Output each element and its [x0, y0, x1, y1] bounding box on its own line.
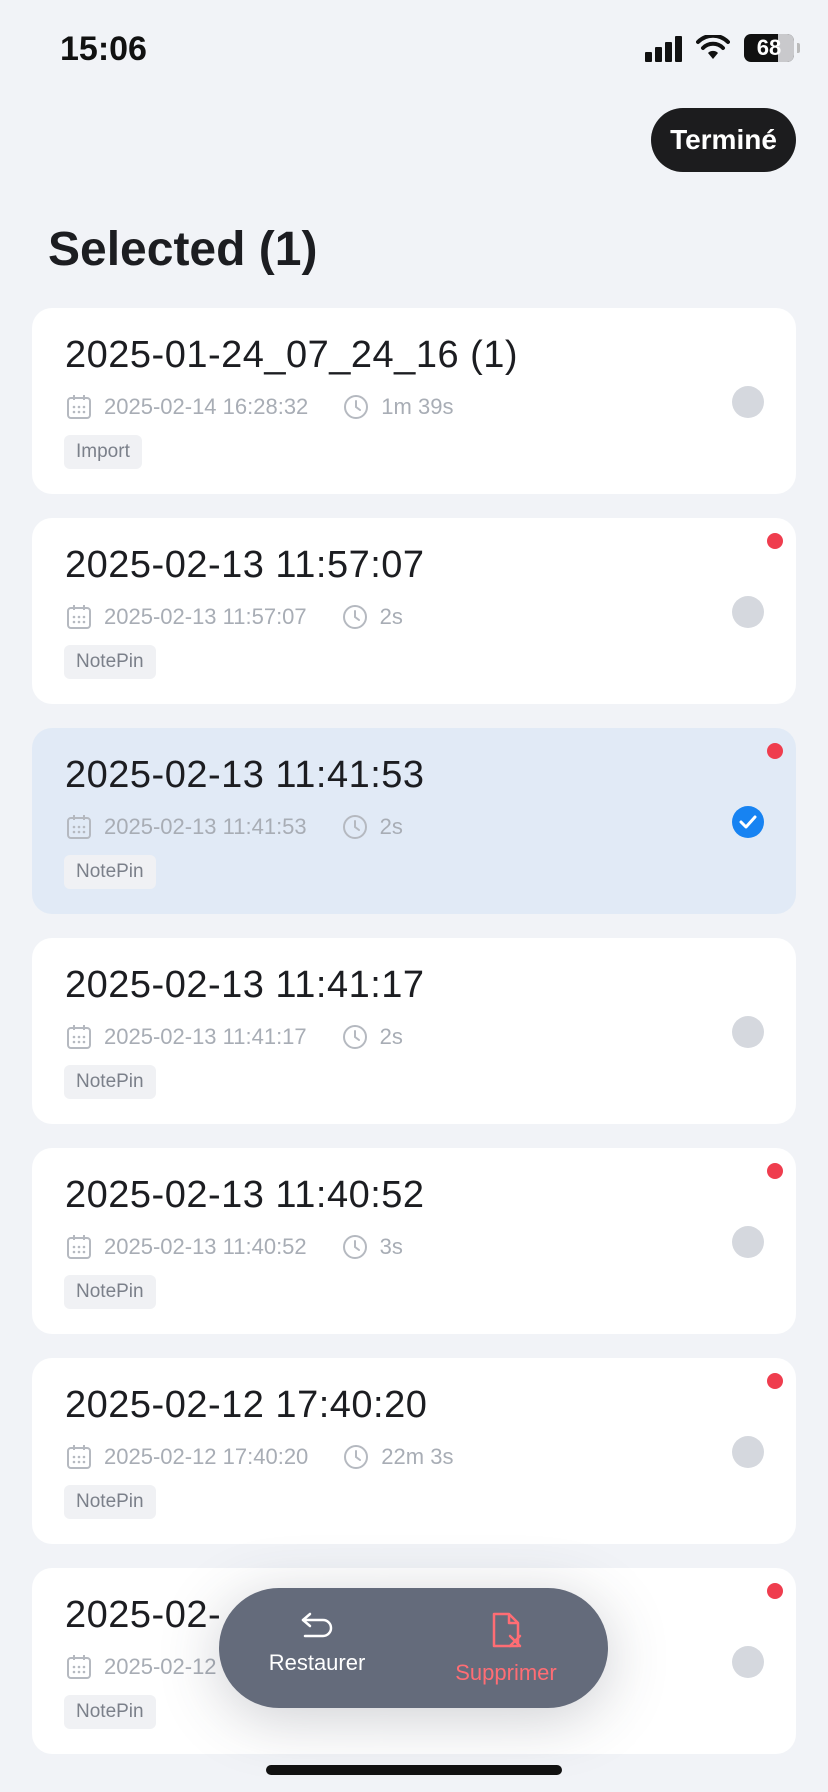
- battery-level: 68: [756, 35, 782, 60]
- item-meta: 2025-02-13 11:41:17 2s: [65, 1022, 403, 1052]
- item-date: 2025-02-12 17:40:20: [104, 1444, 309, 1469]
- select-radio-checked[interactable]: [732, 806, 764, 838]
- clock-icon: [344, 395, 369, 419]
- status-time: 15:06: [60, 30, 147, 68]
- unread-dot: [767, 1373, 783, 1389]
- source-tag: NotePin: [64, 855, 156, 889]
- item-meta: 2025-02-14 16:28:32 1m 39s: [65, 392, 453, 422]
- source-tag: Import: [64, 435, 142, 469]
- page-title: Selected (1): [48, 223, 318, 276]
- item-duration: 3s: [379, 1234, 403, 1259]
- list-item[interactable]: 2025-02-12 17:40:20 2025-02-12 17:40:20 …: [32, 1358, 796, 1544]
- bulk-action-bar: Restaurer Supprimer: [219, 1588, 608, 1708]
- select-radio[interactable]: [732, 1646, 764, 1678]
- list-item[interactable]: 2025-02-13 11:41:53 2025-02-13 11:41:53 …: [32, 728, 796, 914]
- clock-icon: [342, 605, 367, 629]
- unread-dot: [767, 743, 783, 759]
- restore-label: Restaurer: [268, 1650, 366, 1675]
- calendar-icon: [67, 1445, 91, 1469]
- item-meta: 2025-02-13 11:57:07 2s: [65, 602, 403, 632]
- item-duration: 2s: [379, 604, 403, 629]
- calendar-icon: [67, 395, 91, 419]
- item-title: 2025-02-13 11:41:53: [65, 754, 425, 796]
- unread-dot: [767, 1163, 783, 1179]
- item-title: 2025-02-13 11:40:52: [65, 1174, 425, 1216]
- clock-icon: [342, 815, 367, 839]
- unread-dot: [767, 533, 783, 549]
- item-date: 2025-02-14 16:28:32: [104, 394, 309, 419]
- item-date: 2025-02-13 11:41:17: [104, 1024, 307, 1049]
- calendar-icon: [67, 1025, 91, 1049]
- clock-icon: [344, 1445, 369, 1469]
- undo-arrow-icon: [301, 1612, 333, 1638]
- item-date: 2025-02-12: [104, 1654, 217, 1679]
- item-title: 2025-02-13 11:57:07: [65, 544, 425, 586]
- restore-button[interactable]: Restaurer: [252, 1610, 382, 1676]
- item-title: 2025-02-: [65, 1594, 222, 1636]
- list-item[interactable]: 2025-02-13 11:57:07 2025-02-13 11:57:07 …: [32, 518, 796, 704]
- cellular-signal-icon: [645, 34, 682, 62]
- item-duration: 2s: [379, 1024, 403, 1049]
- item-duration: 22m 3s: [381, 1444, 454, 1469]
- battery-icon: 68: [744, 34, 800, 62]
- delete-button[interactable]: Supprimer: [441, 1610, 571, 1686]
- list-item[interactable]: 2025-02-13 11:41:17 2025-02-13 11:41:17 …: [32, 938, 796, 1124]
- delete-label: Supprimer: [455, 1660, 557, 1685]
- checkmark-icon: [739, 815, 757, 829]
- calendar-icon: [67, 605, 91, 629]
- item-duration: 1m 39s: [381, 394, 454, 419]
- file-delete-icon: [492, 1612, 522, 1648]
- source-tag: NotePin: [64, 1485, 156, 1519]
- calendar-icon: [67, 815, 91, 839]
- item-title: 2025-01-24_07_24_16 (1): [65, 334, 519, 376]
- list-item[interactable]: 2025-01-24_07_24_16 (1) 2025-02-14 16:28…: [32, 308, 796, 494]
- status-icons: 68: [645, 34, 800, 62]
- status-bar: 15:06 68: [0, 0, 828, 100]
- calendar-icon: [67, 1655, 91, 1679]
- select-radio[interactable]: [732, 1436, 764, 1468]
- wifi-icon: [696, 35, 730, 61]
- select-radio[interactable]: [732, 1016, 764, 1048]
- source-tag: NotePin: [64, 1275, 156, 1309]
- item-date: 2025-02-13 11:40:52: [104, 1234, 307, 1259]
- select-radio[interactable]: [732, 1226, 764, 1258]
- item-title: 2025-02-12 17:40:20: [65, 1384, 428, 1426]
- clock-icon: [342, 1025, 367, 1049]
- item-duration: 2s: [379, 814, 403, 839]
- home-indicator[interactable]: [266, 1765, 562, 1775]
- source-tag: NotePin: [64, 1695, 156, 1729]
- source-tag: NotePin: [64, 1065, 156, 1099]
- unread-dot: [767, 1583, 783, 1599]
- list-item[interactable]: 2025-02-13 11:40:52 2025-02-13 11:40:52 …: [32, 1148, 796, 1334]
- source-tag: NotePin: [64, 645, 156, 679]
- item-meta: 2025-02-13 11:41:53 2s: [65, 812, 403, 842]
- item-meta: 2025-02-12 17:40:20 22m 3s: [65, 1442, 453, 1472]
- done-button[interactable]: Terminé: [651, 108, 796, 172]
- calendar-icon: [67, 1235, 91, 1259]
- clock-icon: [342, 1235, 367, 1259]
- item-date: 2025-02-13 11:57:07: [104, 604, 307, 629]
- item-title: 2025-02-13 11:41:17: [65, 964, 425, 1006]
- item-date: 2025-02-13 11:41:53: [104, 814, 307, 839]
- recordings-list: 2025-01-24_07_24_16 (1) 2025-02-14 16:28…: [32, 308, 796, 1778]
- select-radio[interactable]: [732, 386, 764, 418]
- item-meta: 2025-02-13 11:40:52 3s: [65, 1232, 403, 1262]
- select-radio[interactable]: [732, 596, 764, 628]
